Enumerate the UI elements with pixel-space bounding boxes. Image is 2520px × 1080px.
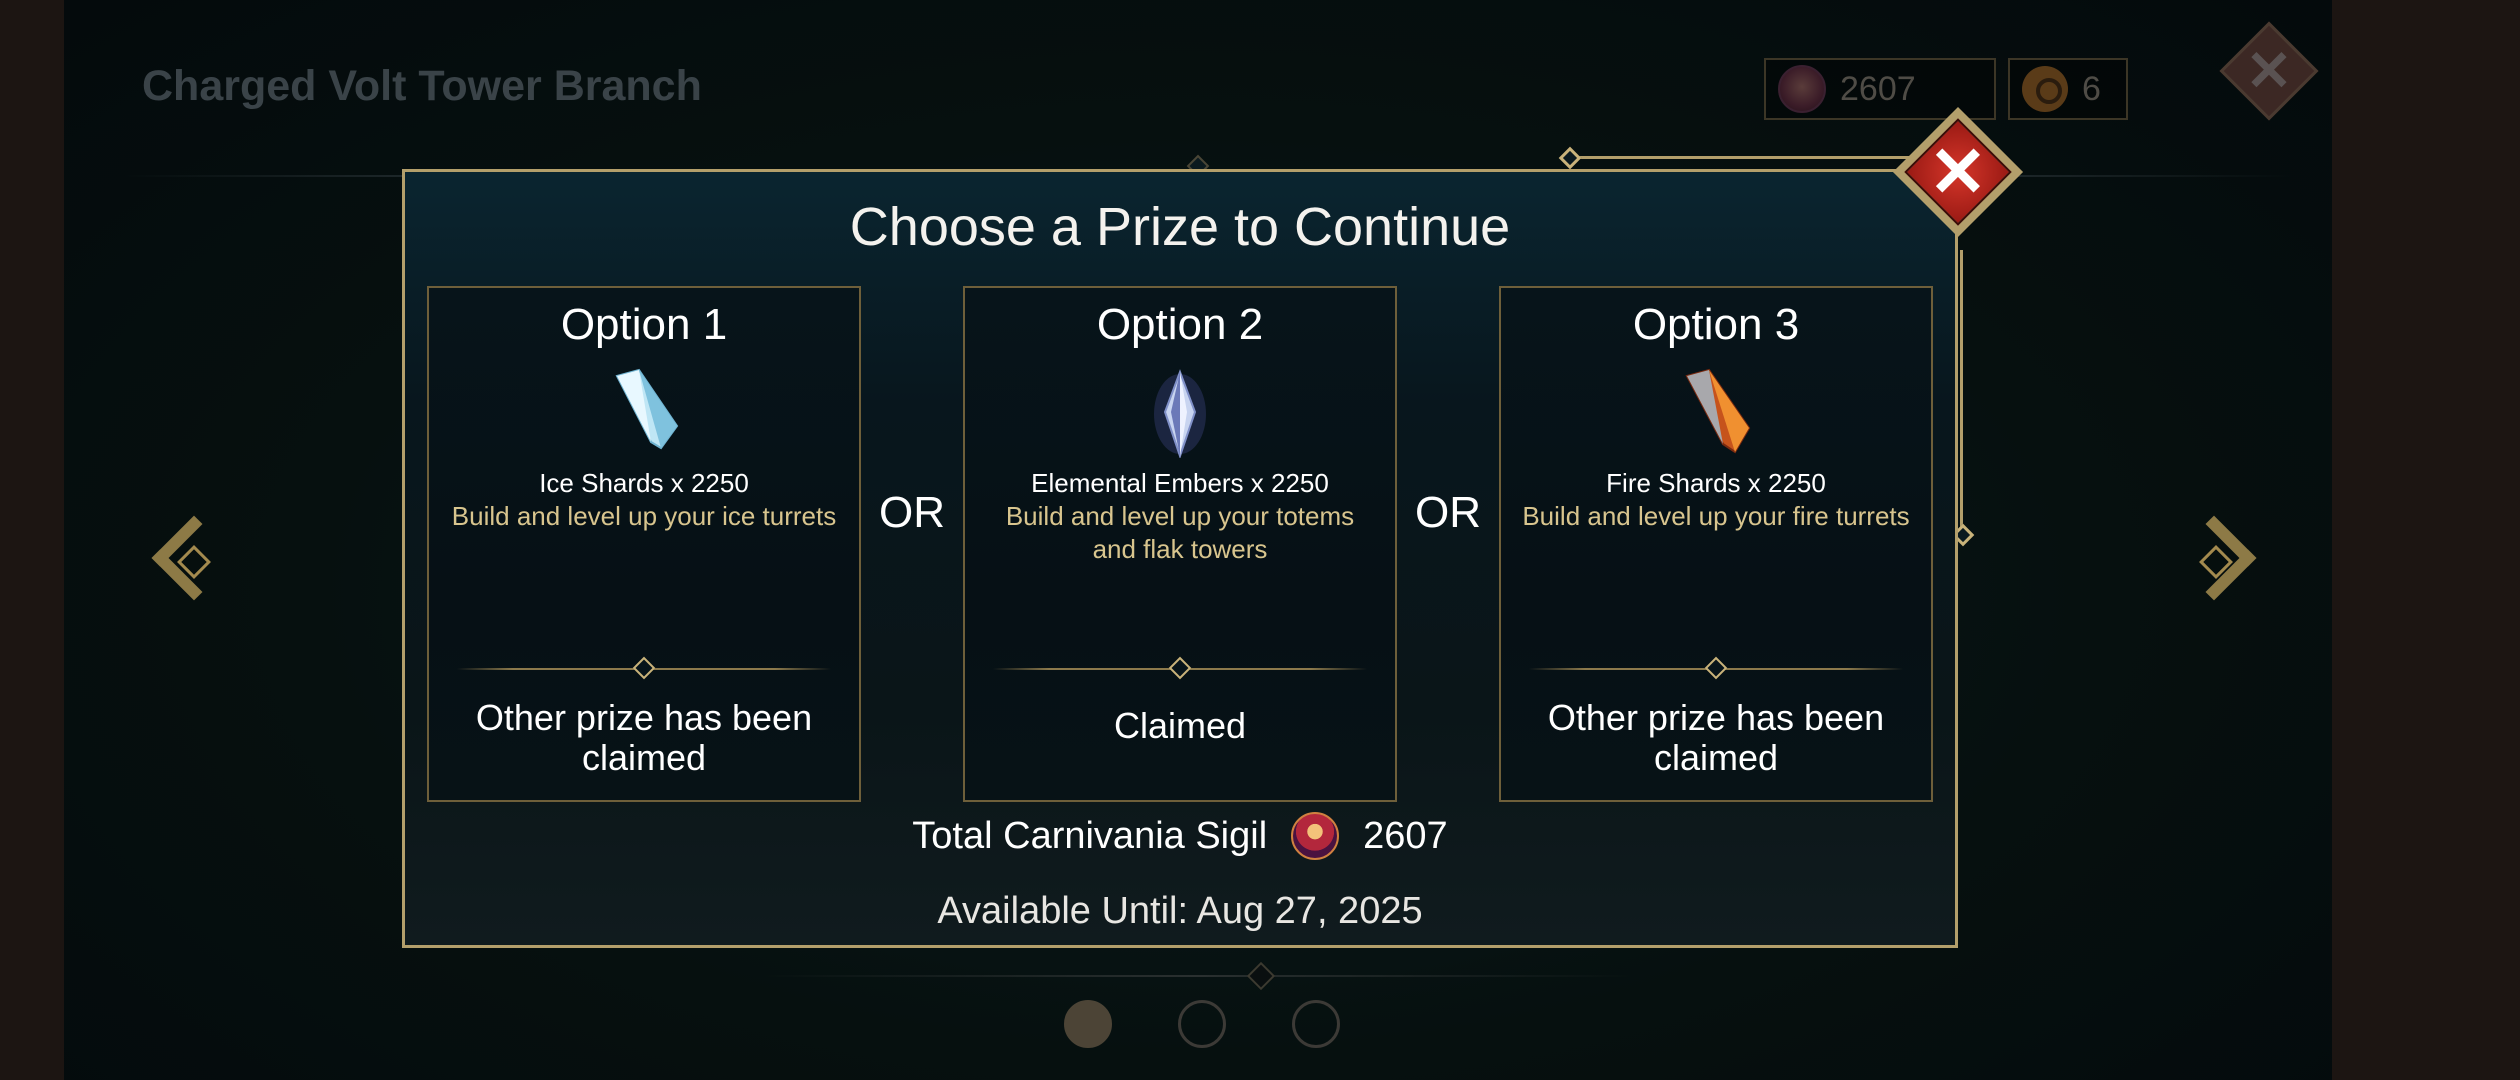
parts-icon [2022, 66, 2068, 112]
total-label: Total Carnivania Sigil [912, 814, 1268, 857]
option-item: Fire Shards x 2250 [1606, 468, 1826, 498]
left-letterbox [0, 0, 64, 1080]
background-close-button[interactable]: ✕ [2216, 18, 2322, 124]
or-separator: OR [879, 488, 945, 537]
parts-count: 6 [2082, 69, 2101, 108]
option-status: Other prize has been claimed [475, 697, 813, 778]
page-indicator [1064, 1000, 1340, 1048]
option-title: Option 3 [1632, 300, 1800, 349]
option-description: Build and level up your fire turrets [1522, 501, 1910, 531]
sigil-icon [1778, 65, 1826, 113]
available-until: Available Until: Aug 27, 2025 [937, 890, 1423, 932]
close-icon: ✕ [1928, 133, 1988, 211]
option-card-3[interactable]: Option 3 Fire Shards x 2250 Build and le… [1499, 286, 1933, 802]
divider-gem-icon [1704, 656, 1728, 680]
footer-gem-icon [1246, 961, 1276, 991]
right-letterbox [2332, 0, 2520, 1080]
option-item: Elemental Embers x 2250 [1031, 468, 1329, 498]
divider-gem-icon [1168, 656, 1192, 680]
modal-frame-line [1568, 156, 1928, 159]
option-item: Ice Shards x 2250 [539, 468, 749, 498]
parts-counter: 6 [2008, 58, 2128, 120]
branch-title: Charged Volt Tower Branch [142, 62, 702, 110]
modal-title: Choose a Prize to Continue [849, 197, 1511, 257]
page-dot-3[interactable] [1292, 1000, 1340, 1048]
modal-close-button[interactable]: ✕ [1890, 104, 2026, 240]
carnivania-sigil-icon [1291, 812, 1340, 860]
divider-gem-icon [632, 656, 656, 680]
page-dot-2[interactable] [1178, 1000, 1226, 1048]
option-card-1[interactable]: Option 1 Ice Shards x 2250 Build and lev… [427, 286, 861, 802]
prize-modal: Choose a Prize to Continue Option 1 Ice … [402, 169, 1958, 948]
footer-divider [764, 975, 1632, 977]
page-dot-1[interactable] [1064, 1000, 1112, 1048]
option-card-2[interactable]: Option 2 Elemental Embers x 2250 Build a… [963, 286, 1397, 802]
option-description: Build and level up your totems and flak … [1005, 501, 1355, 564]
option-status: Claimed [1113, 705, 1247, 746]
or-separator: OR [1415, 488, 1481, 537]
elemental-ember-icon [1154, 369, 1206, 458]
option-title: Option 2 [1096, 300, 1264, 349]
close-icon: ✕ [2245, 39, 2293, 102]
fire-shard-icon [1685, 368, 1751, 454]
total-value: 2607 [1363, 814, 1448, 857]
ice-shard-icon [615, 368, 679, 450]
option-description: Build and level up your ice turrets [451, 501, 837, 531]
modal-frame-line [1960, 250, 1963, 530]
sigil-count: 2607 [1840, 69, 1916, 108]
next-arrow-button[interactable] [2171, 510, 2274, 620]
previous-arrow-button[interactable] [134, 510, 237, 620]
option-title: Option 1 [560, 300, 728, 349]
total-sigil-row: Total Carnivania Sigil 2607 [405, 812, 1955, 860]
option-status: Other prize has been claimed [1547, 697, 1885, 778]
